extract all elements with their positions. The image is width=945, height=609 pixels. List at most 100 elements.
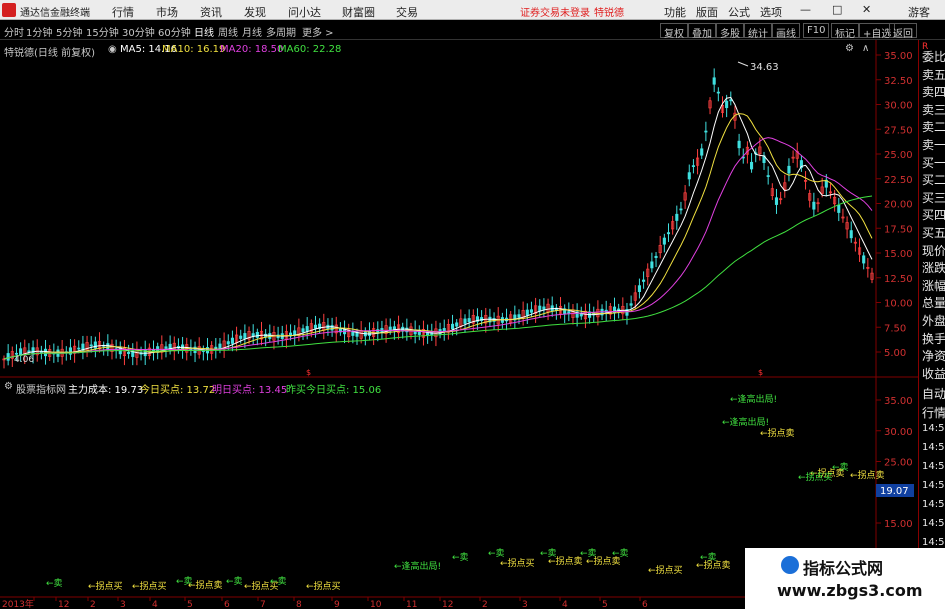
candle-body (812, 201, 816, 210)
close-icon[interactable]: ✕ (862, 3, 871, 16)
options-button[interactable]: 选项 (760, 4, 782, 20)
signal-label: ←拐点卖 (188, 579, 223, 591)
sidebar-item[interactable]: 卖一 (922, 136, 945, 153)
sidebar-item[interactable]: 卖三 (922, 101, 945, 118)
sub-legend-buy-yesterday: 昨买今日买点: 15.06 (286, 385, 382, 396)
back-button[interactable]: 返回 (889, 23, 917, 40)
time-tick-label: 6 (642, 600, 648, 609)
sidebar-sub-item[interactable]: 自动 (922, 385, 945, 402)
function-button[interactable]: 功能 (664, 4, 686, 20)
sidebar-item[interactable]: 换手 (922, 330, 945, 347)
maximize-icon[interactable]: □ (832, 3, 842, 16)
signal-label: ←卖 (488, 548, 505, 559)
period-more[interactable]: 更多 > (302, 24, 334, 39)
period-weekly[interactable]: 周线 (218, 24, 238, 39)
sidebar-sub-item[interactable]: 行情 (922, 404, 945, 421)
candle-body (654, 255, 658, 258)
sidebar-item[interactable]: 买三 (922, 189, 945, 206)
overlay-button[interactable]: 叠加 (688, 23, 716, 40)
sidebar-item[interactable]: 卖四 (922, 83, 945, 100)
menu-ask[interactable]: 问小达 (288, 4, 321, 20)
candle-body (529, 309, 533, 313)
sidebar-item[interactable]: 收益 (922, 365, 945, 382)
period-15min[interactable]: 15分钟 (86, 24, 119, 39)
menu-market[interactable]: 市场 (156, 4, 178, 20)
menu-news[interactable]: 资讯 (200, 4, 222, 20)
guest-label[interactable]: 游客 (908, 4, 930, 20)
settings-icon[interactable]: ⚙ (845, 43, 854, 54)
candle-body (89, 344, 93, 347)
candle-body (579, 313, 583, 317)
period-daily[interactable]: 日线 (194, 24, 214, 39)
layout-button[interactable]: 版面 (696, 4, 718, 20)
collapse-icon[interactable]: ∧ (862, 43, 869, 54)
sidebar-item[interactable]: 买五 (922, 224, 945, 241)
title-bar: 通达信金融终端 行情 市场 资讯 发现 问小达 财富圈 交易 证券交易未登录 特… (0, 0, 945, 20)
candle-body (849, 230, 853, 239)
menu-discover[interactable]: 发现 (244, 4, 266, 20)
period-tick[interactable]: 分时 (4, 24, 24, 39)
signal-label: ←拐点卖 (850, 469, 885, 481)
f10-button[interactable]: F10 (803, 23, 830, 38)
adjust-button[interactable]: 复权 (660, 23, 688, 40)
candle-body (675, 213, 679, 221)
candle-body (700, 148, 704, 156)
legend-ma10: MA10: 16.19 (162, 44, 226, 55)
ma5-line (3, 96, 873, 360)
sidebar-item[interactable]: 买一 (922, 154, 945, 171)
candle-body (251, 333, 255, 337)
period-multi[interactable]: 多周期 (266, 24, 296, 39)
menu-trade[interactable]: 交易 (396, 4, 418, 20)
period-monthly[interactable]: 月线 (242, 24, 262, 39)
event-marker: $ (758, 368, 763, 377)
time-tick-label: 8 (296, 600, 302, 609)
sidebar-item[interactable]: 涨幅 (922, 277, 945, 294)
mark-button[interactable]: 标记 (831, 23, 859, 40)
formula-button[interactable]: 公式 (728, 4, 750, 20)
sidebar-sub-item[interactable]: 14:50 (922, 499, 945, 510)
sidebar-item[interactable]: 总量 (922, 294, 945, 311)
period-30min[interactable]: 30分钟 (122, 24, 155, 39)
sidebar-sub-item[interactable]: 14:50 (922, 461, 945, 472)
sidebar-item[interactable]: 外盘 (922, 312, 945, 329)
menu-wealth[interactable]: 财富圈 (342, 4, 375, 20)
login-notice[interactable]: 证券交易未登录 (520, 4, 590, 19)
sidebar-sub-item[interactable]: 14:50 (922, 518, 945, 529)
stats-button[interactable]: 统计 (744, 23, 772, 40)
period-5min[interactable]: 5分钟 (56, 24, 82, 39)
price-tick-label: 35.00 (884, 51, 913, 62)
sidebar-item[interactable]: 净资 (922, 347, 945, 364)
candle-body (725, 100, 729, 109)
event-marker: $ (306, 368, 311, 377)
candle-body (650, 261, 654, 269)
sidebar-sub-item[interactable]: 14:50 (922, 442, 945, 453)
menu-quotes[interactable]: 行情 (112, 4, 134, 20)
sidebar-item[interactable]: 委比 (922, 48, 945, 65)
legend-dot-icon[interactable]: ◉ (108, 44, 117, 55)
multi-stock-button[interactable]: 多股 (716, 23, 744, 40)
sidebar-sub-item[interactable]: 14:50 (922, 423, 945, 434)
sidebar-item[interactable]: 买二 (922, 171, 945, 188)
watermark-title: 指标公式网 (803, 559, 884, 578)
kline-chart[interactable]: 35.0032.5030.0027.5025.0022.5020.0017.50… (0, 40, 945, 609)
sub-legend-name: 股票指标网 (16, 385, 66, 396)
period-60min[interactable]: 60分钟 (158, 24, 191, 39)
sidebar-sub-item[interactable]: 14:50 (922, 480, 945, 491)
sidebar-sub-item[interactable]: 14:50 (922, 537, 945, 548)
signal-label: ←卖 (832, 462, 849, 473)
sidebar-item[interactable]: 涨跌 (922, 259, 945, 276)
sub-settings-icon[interactable]: ⚙ (4, 381, 13, 392)
period-1min[interactable]: 1分钟 (26, 24, 52, 39)
sidebar-item[interactable]: 卖五 (922, 66, 945, 83)
low-price-label: 4.06 (14, 355, 34, 365)
app-name: 通达信金融终端 (20, 8, 90, 19)
price-tick-label: 17.50 (884, 224, 913, 235)
sidebar-item[interactable]: 卖二 (922, 118, 945, 135)
candle-body (517, 314, 521, 318)
sub-legend-cost: 主力成本: 19.73 (68, 385, 144, 396)
sidebar-item[interactable]: 买四 (922, 206, 945, 223)
draw-button[interactable]: 画线 (772, 23, 800, 40)
sidebar-item[interactable]: 现价 (922, 242, 945, 259)
minimize-icon[interactable]: — (800, 3, 811, 16)
candle-body (629, 303, 633, 306)
